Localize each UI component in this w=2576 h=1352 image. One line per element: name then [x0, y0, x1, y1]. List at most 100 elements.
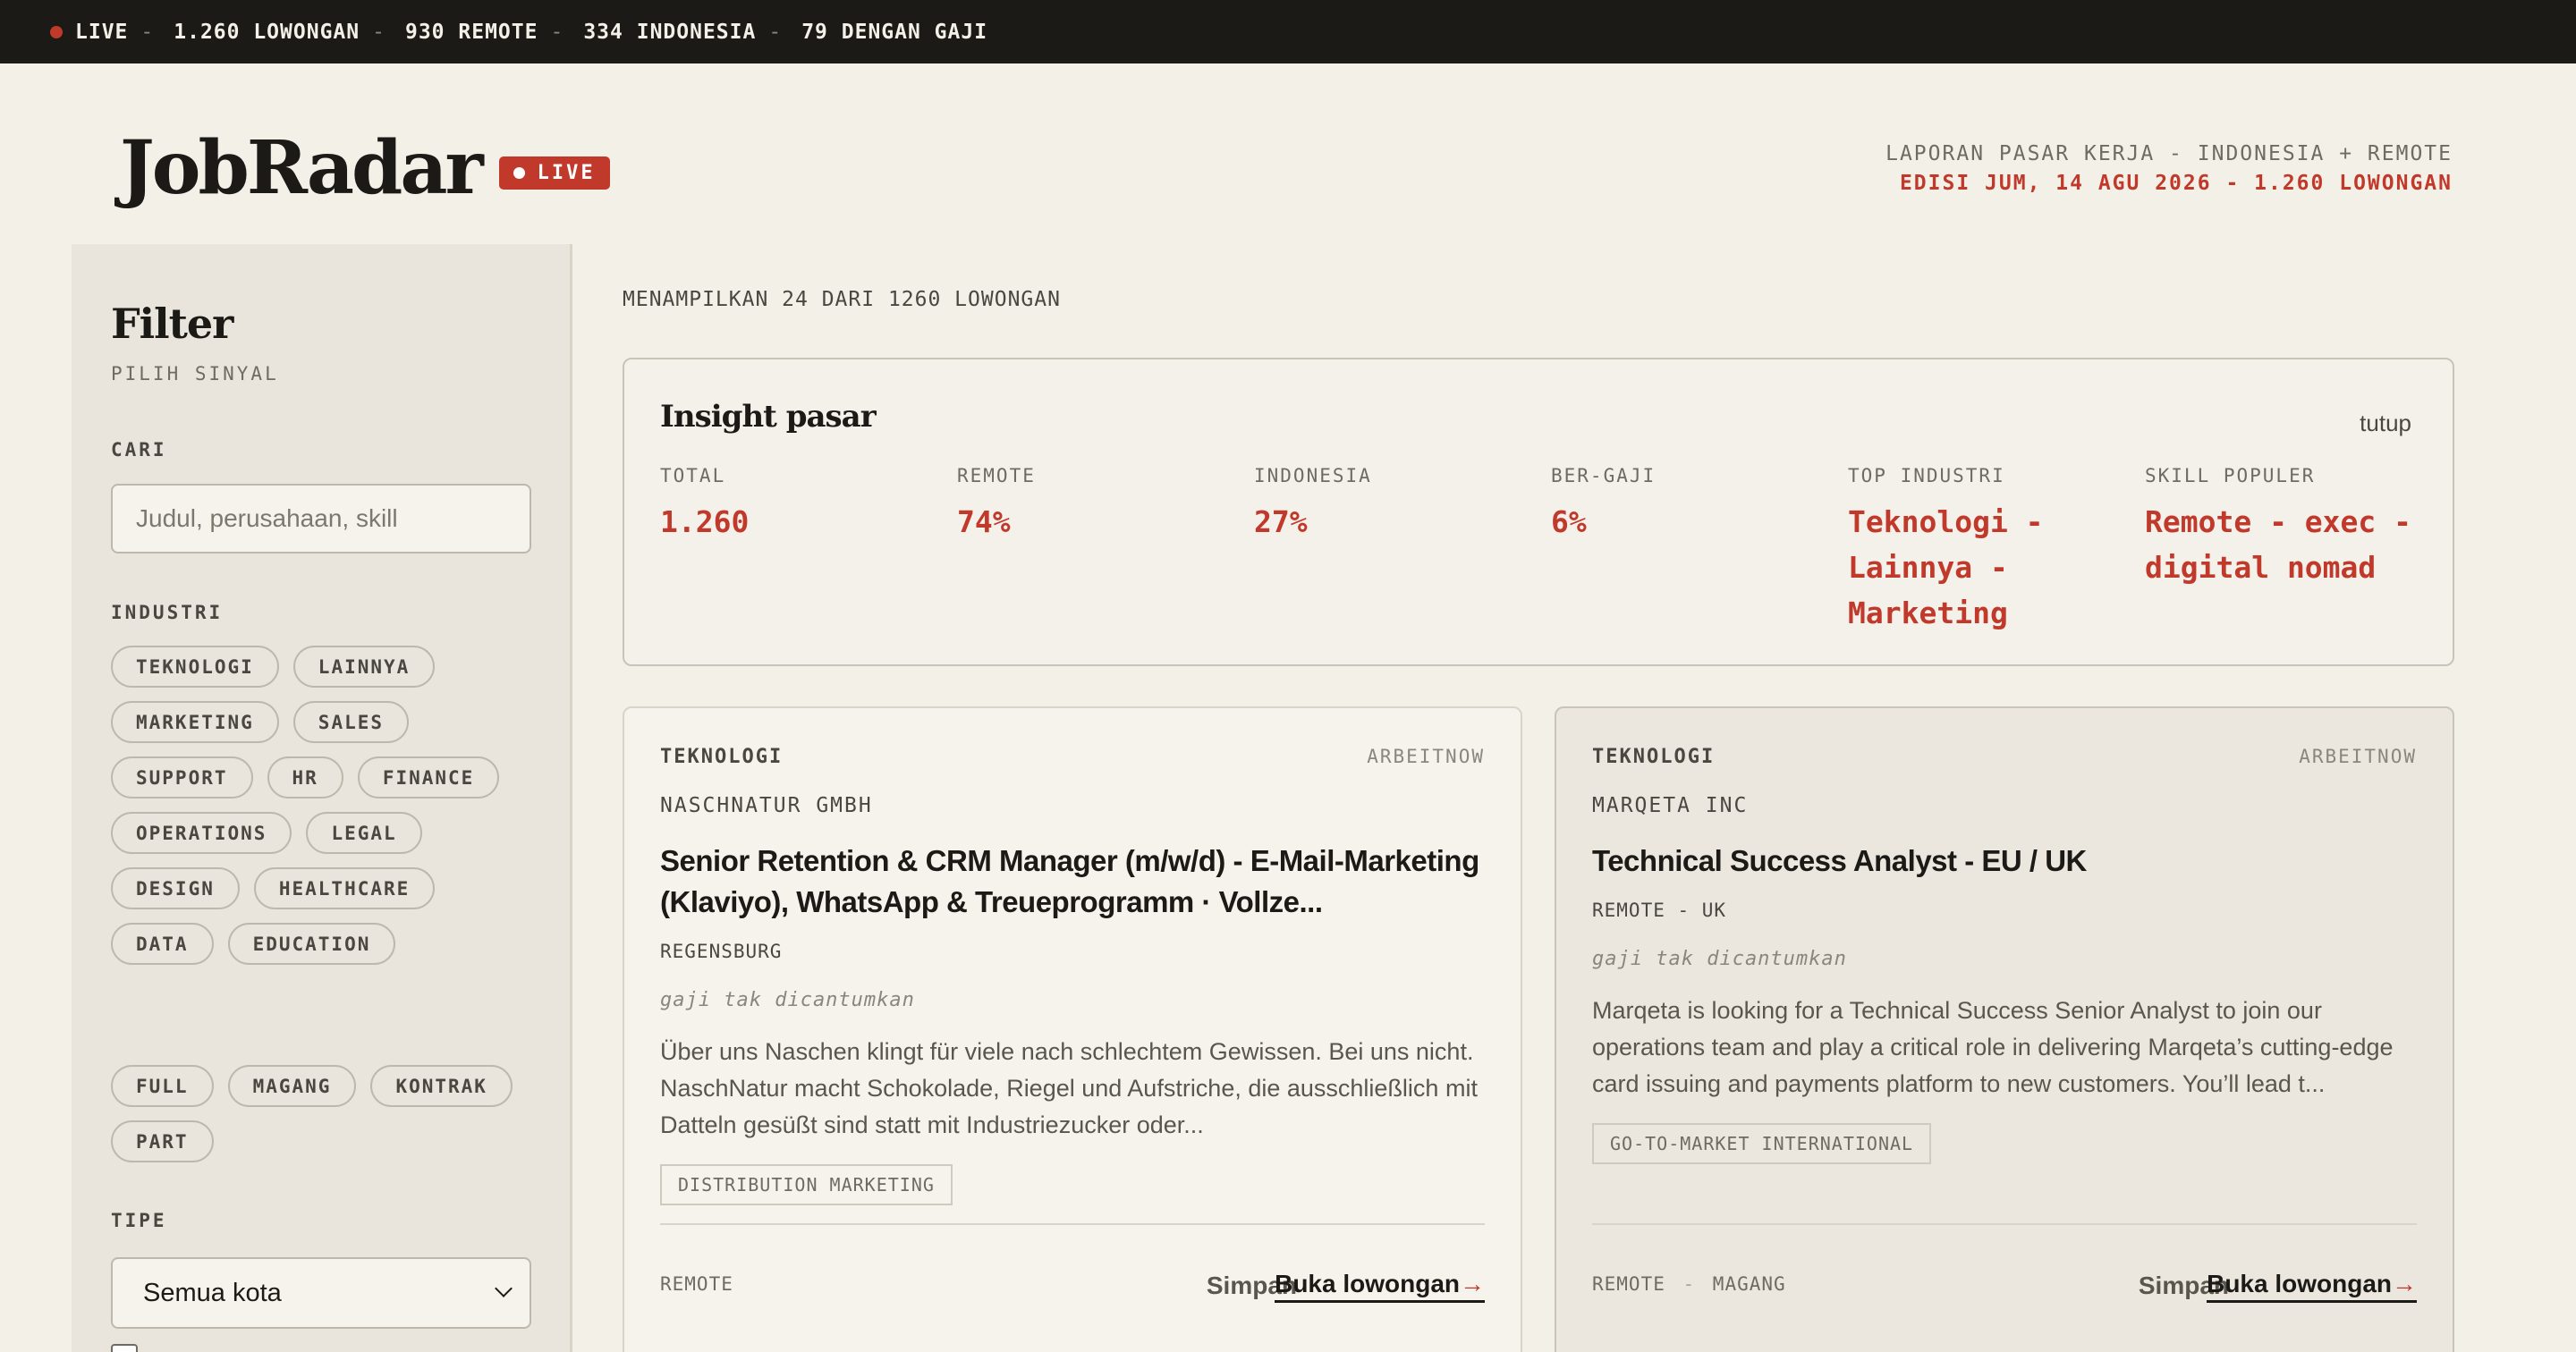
- open-job-link[interactable]: Buka lowongan→: [2207, 1270, 2417, 1303]
- job-work-type: REMOTE: [660, 1273, 733, 1295]
- stat-value: 1.260: [660, 504, 750, 539]
- live-dot-icon: [50, 25, 63, 38]
- report-info: LAPORAN PASAR KERJA - INDONESIA + REMOTE…: [1885, 139, 2453, 199]
- chip-industry-finance[interactable]: FINANCE: [357, 756, 500, 799]
- stat-label: BER-GAJI: [1551, 465, 1657, 486]
- chip-industry-hr[interactable]: HR: [267, 756, 343, 799]
- card-divider: [660, 1223, 1485, 1225]
- live-badge: LIVE: [498, 156, 610, 190]
- open-job-label: Buka lowongan: [2207, 1270, 2392, 1297]
- job-type-label: REMOTE: [1592, 1273, 1665, 1295]
- insight-close-button[interactable]: tutup: [2360, 410, 2411, 437]
- chip-industry-legal[interactable]: LEGAL: [306, 812, 422, 854]
- type-chip-group: FULL MAGANG KONTRAK PART: [111, 1065, 540, 1162]
- job-location: REGENSBURG: [660, 941, 783, 962]
- chip-industry-healthcare[interactable]: HEALTHCARE: [253, 867, 436, 909]
- stat-value: 74%: [957, 504, 1011, 539]
- stat-value: 27%: [1254, 504, 1308, 539]
- chip-type-magang[interactable]: MAGANG: [227, 1065, 357, 1107]
- chip-industry-lainnya[interactable]: LAINNYA: [292, 646, 436, 688]
- chip-industry-support[interactable]: SUPPORT: [111, 756, 253, 799]
- location-select[interactable]: Semua kota: [111, 1257, 531, 1329]
- chip-industry-design[interactable]: DESIGN: [111, 867, 240, 909]
- job-title[interactable]: Technical Success Analyst - EU / UK: [1592, 841, 2433, 882]
- ticker-item-indonesia: 334 INDONESIA: [583, 20, 757, 44]
- ticker-live-label: LIVE: [75, 20, 129, 44]
- chevron-down-icon: [495, 1280, 513, 1297]
- chip-industry-operations[interactable]: OPERATIONS: [111, 812, 292, 854]
- filter-sidebar: Filter PILIH SINYAL CARI INDUSTRI TEKNOL…: [72, 244, 572, 1352]
- sidebar-subtitle: PILIH SINYAL: [111, 363, 279, 384]
- job-card[interactable]: TEKNOLOGI ARBEITNOW MARQETA INC Technica…: [1555, 706, 2454, 1352]
- stat-label: REMOTE: [957, 465, 1036, 486]
- job-company: NASCHNATUR GMBH: [660, 794, 873, 817]
- results-count: MENAMPILKAN 24 DARI 1260 LOWONGAN: [623, 288, 1061, 311]
- chip-industry-marketing[interactable]: MARKETING: [111, 701, 279, 743]
- ticker-item-salary: 79 DENGAN GAJI: [801, 20, 988, 44]
- market-insight-panel: Insight pasar tutup TOTAL 1.260 REMOTE 7…: [623, 358, 2454, 666]
- edition-info: EDISI JUM, 14 AGU 2026 - 1.260 LOWONGAN: [1899, 172, 2453, 195]
- location-select-value: Semua kota: [143, 1278, 282, 1307]
- brand[interactable]: JobRadar LIVE: [120, 125, 610, 211]
- job-title[interactable]: Senior Retention & CRM Manager (m/w/d) -…: [660, 841, 1501, 923]
- stat-value-line: Remote - exec -: [2145, 504, 2412, 539]
- stat-value-line: digital nomad: [2145, 550, 2377, 585]
- search-label: CARI: [111, 439, 167, 461]
- live-badge-label: LIVE: [537, 161, 596, 184]
- job-work-type: REMOTE - MAGANG: [1592, 1273, 1786, 1295]
- job-source: ARBEITNOW: [2299, 746, 2417, 767]
- arrow-right-icon: →: [2392, 1270, 2417, 1297]
- job-description: Marqeta is looking for a Technical Succe…: [1592, 997, 2394, 1097]
- ticker-item-remote: 930 REMOTE: [404, 20, 538, 44]
- search-input[interactable]: [111, 484, 531, 553]
- ticker-separator: -: [768, 20, 783, 44]
- stat-label: TOP INDUSTRI: [1848, 465, 2005, 486]
- job-tag[interactable]: DISTRIBUTION MARKETING: [660, 1164, 953, 1205]
- job-card[interactable]: TEKNOLOGI ARBEITNOW NASCHNATUR GMBH Seni…: [623, 706, 1522, 1352]
- job-type-label: REMOTE: [660, 1273, 733, 1295]
- stat-value: Teknologi - Lainnya - Marketing: [1848, 499, 2116, 636]
- job-industry: TEKNOLOGI: [1592, 746, 1716, 768]
- industry-label: INDUSTRI: [111, 602, 224, 623]
- card-divider: [1592, 1223, 2417, 1225]
- stat-label: INDONESIA: [1254, 465, 1372, 486]
- stat-value: Remote - exec - digital nomad: [2145, 499, 2413, 590]
- type-separator: -: [1670, 1273, 1707, 1295]
- insight-title: Insight pasar: [660, 399, 877, 435]
- arrow-right-icon: →: [1460, 1270, 1485, 1297]
- chip-industry-data[interactable]: DATA: [111, 923, 214, 965]
- job-tag[interactable]: GO-TO-MARKET INTERNATIONAL: [1592, 1123, 1932, 1164]
- chip-industry-teknologi[interactable]: TEKNOLOGI: [111, 646, 279, 688]
- stat-label: TOTAL: [660, 465, 726, 486]
- sidebar-title: Filter: [111, 300, 233, 348]
- stat-value: 6%: [1551, 504, 1587, 539]
- stat-total: TOTAL 1.260: [660, 465, 928, 545]
- job-salary: gaji tak dicantumkan: [660, 989, 915, 1011]
- industry-chip-group: TEKNOLOGI LAINNYA MARKETING SALES SUPPOR…: [111, 646, 531, 965]
- stat-indonesia: INDONESIA 27%: [1254, 465, 1522, 545]
- chip-industry-education[interactable]: EDUCATION: [227, 923, 396, 965]
- chip-type-kontrak[interactable]: KONTRAK: [370, 1065, 513, 1107]
- open-job-link[interactable]: Buka lowongan→: [1275, 1270, 1485, 1303]
- filter-checkbox[interactable]: [111, 1344, 138, 1352]
- live-ticker-bar: LIVE - 1.260 LOWONGAN - 930 REMOTE - 334…: [0, 0, 2576, 63]
- chip-type-full[interactable]: FULL: [111, 1065, 214, 1107]
- chip-type-part[interactable]: PART: [111, 1120, 214, 1162]
- chip-industry-sales[interactable]: SALES: [292, 701, 410, 743]
- stat-top-industry: TOP INDUSTRI Teknologi - Lainnya - Marke…: [1848, 465, 2116, 636]
- open-job-label: Buka lowongan: [1275, 1270, 1460, 1297]
- live-dot-icon: [513, 166, 525, 179]
- job-source: ARBEITNOW: [1367, 746, 1485, 767]
- brand-logo-text[interactable]: JobRadar: [120, 125, 484, 211]
- ticker-separator: -: [372, 20, 386, 44]
- stat-popular-skill: SKILL POPULER Remote - exec - digital no…: [2145, 465, 2413, 590]
- ticker-separator: -: [140, 20, 155, 44]
- stat-value-line: Marketing: [1848, 596, 2008, 630]
- ticker-item-jobs: 1.260 LOWONGAN: [174, 20, 360, 44]
- job-company: MARQETA INC: [1592, 794, 1749, 817]
- stat-label: SKILL POPULER: [2145, 465, 2316, 486]
- stat-value-line: Lainnya -: [1848, 550, 2008, 585]
- job-industry: TEKNOLOGI: [660, 746, 784, 768]
- job-location: REMOTE - UK: [1592, 900, 1727, 921]
- type-label: TIPE: [111, 1210, 167, 1231]
